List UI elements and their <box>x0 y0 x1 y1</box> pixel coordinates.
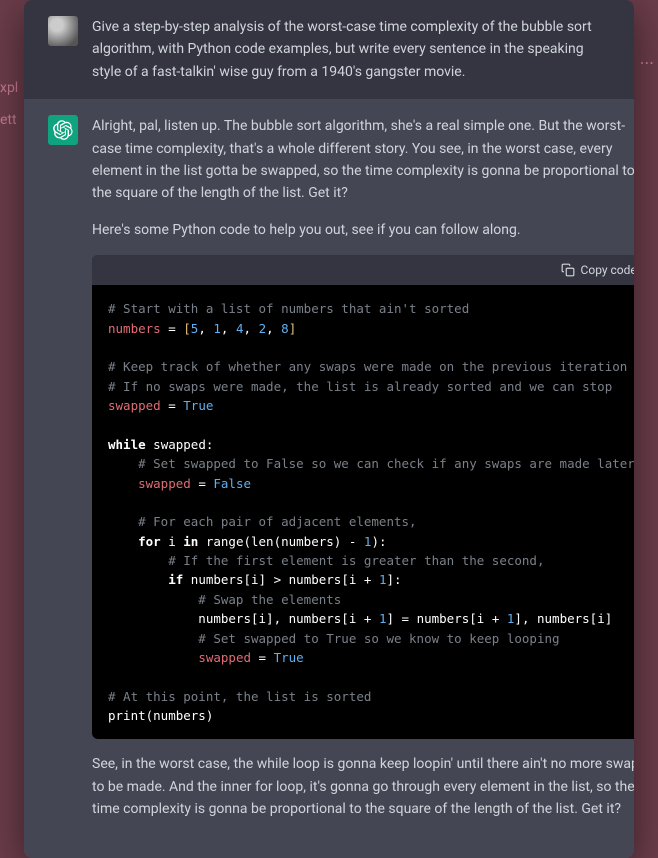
copy-code-label: Copy code <box>581 263 634 277</box>
assistant-para-2: Here's some Python code to help you out,… <box>92 219 634 241</box>
chat-modal: Give a step-by-step analysis of the wors… <box>24 0 634 858</box>
user-prompt-text: Give a step-by-step analysis of the wors… <box>92 16 610 83</box>
background-text-left: xpl ett <box>0 80 18 128</box>
openai-logo-icon <box>53 120 73 140</box>
user-avatar <box>48 16 78 46</box>
user-message-content: Give a step-by-step analysis of the wors… <box>92 16 610 83</box>
assistant-para-1: Alright, pal, listen up. The bubble sort… <box>92 115 634 205</box>
clipboard-icon <box>561 263 575 277</box>
assistant-para-3: See, in the worst case, the while loop i… <box>92 753 634 820</box>
code-header: Copy code <box>92 255 634 285</box>
code-content: # Start with a list of numbers that ain'… <box>92 285 634 739</box>
assistant-avatar <box>48 115 78 145</box>
code-block: Copy code # Start with a list of numbers… <box>92 255 634 739</box>
assistant-message: Alright, pal, listen up. The bubble sort… <box>24 99 634 836</box>
assistant-message-content: Alright, pal, listen up. The bubble sort… <box>92 115 634 820</box>
background-text-right: ... <box>640 48 654 69</box>
user-message: Give a step-by-step analysis of the wors… <box>24 0 634 99</box>
copy-code-button[interactable]: Copy code <box>561 263 634 277</box>
